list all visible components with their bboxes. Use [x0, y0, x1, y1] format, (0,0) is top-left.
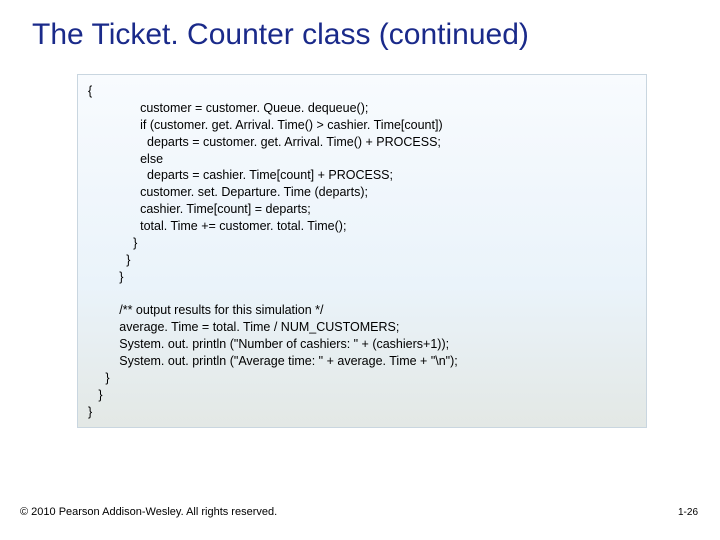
copyright-text: © 2010 Pearson Addison-Wesley. All right…: [20, 506, 277, 518]
code-block: { customer = customer. Queue. dequeue();…: [77, 74, 647, 428]
page-number: 1-26: [678, 507, 698, 518]
slide: The Ticket. Counter class (continued) { …: [0, 0, 720, 540]
code-content: { customer = customer. Queue. dequeue();…: [88, 83, 636, 421]
slide-title: The Ticket. Counter class (continued): [32, 18, 529, 52]
